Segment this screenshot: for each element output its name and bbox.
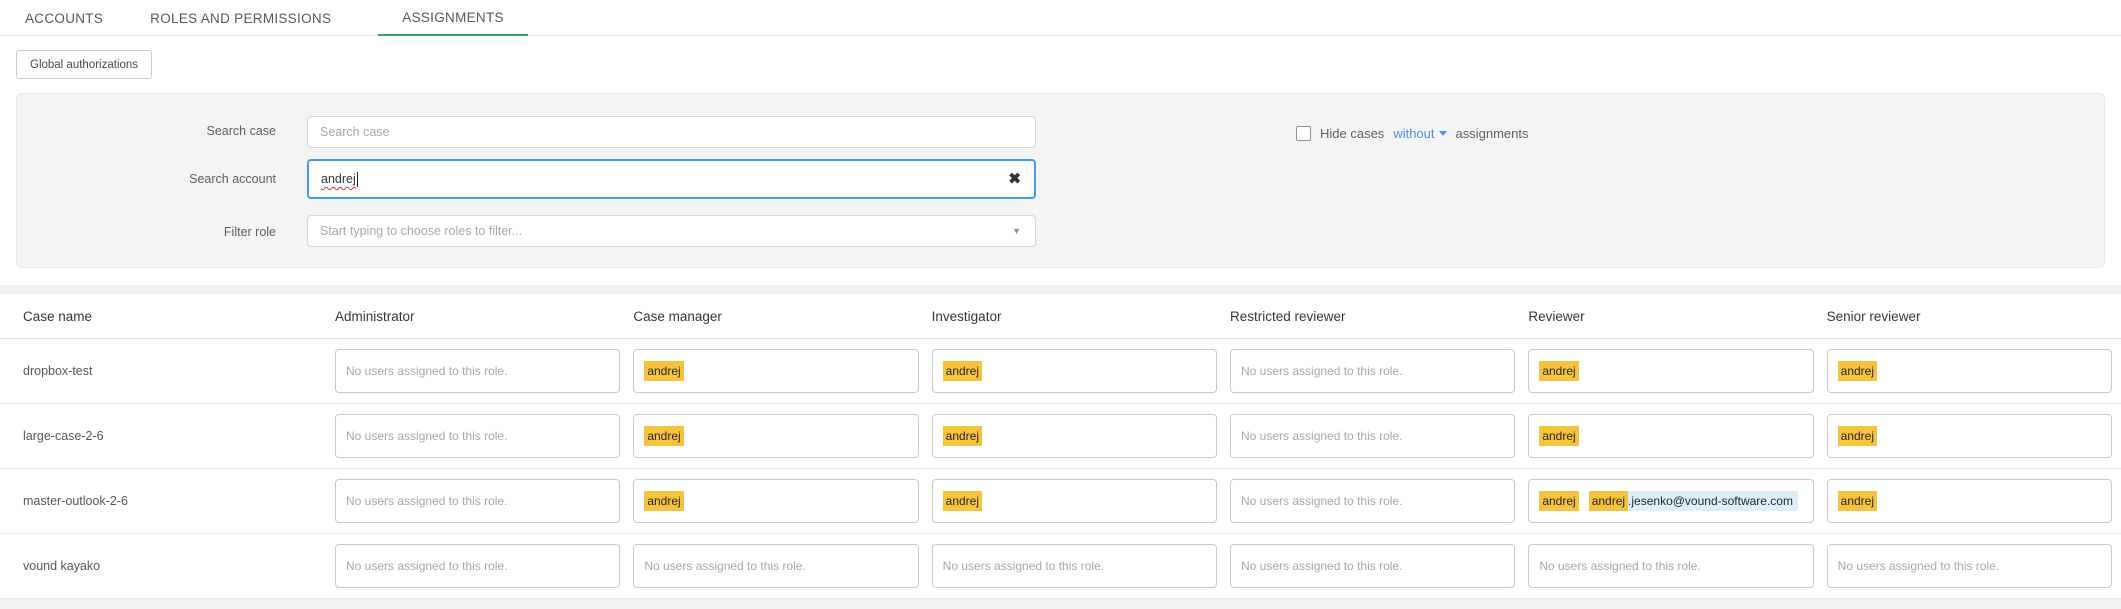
- search-case-label: Search case: [17, 124, 276, 139]
- user-chip[interactable]: andrej: [644, 491, 683, 511]
- empty-placeholder: No users assigned to this role.: [346, 494, 507, 508]
- empty-placeholder: No users assigned to this role.: [943, 559, 1104, 573]
- hide-cases-checkbox[interactable]: [1296, 126, 1311, 141]
- user-chip[interactable]: andrej: [644, 361, 683, 381]
- assignment-box[interactable]: No users assigned to this role.: [335, 544, 620, 588]
- assignment-box[interactable]: andrej andrej.jesenko@vound-software.com: [1528, 479, 1813, 523]
- assignment-box[interactable]: No users assigned to this role.: [1230, 479, 1515, 523]
- hide-cases-prefix: Hide cases: [1320, 126, 1384, 141]
- assignment-box[interactable]: andrej: [1827, 349, 2112, 393]
- user-chip[interactable]: andrej: [1838, 361, 1877, 381]
- chevron-down-icon: [1439, 131, 1447, 136]
- assignment-box[interactable]: andrej: [1827, 414, 2112, 458]
- chevron-down-icon[interactable]: ▼: [1012, 226, 1021, 236]
- assignment-box[interactable]: andrej: [932, 479, 1217, 523]
- table-row: master-outlook-2-6 No users assigned to t…: [0, 469, 2121, 534]
- assignment-box[interactable]: andrej: [633, 414, 918, 458]
- column-header-senior-reviewer: Senior reviewer: [1827, 309, 2112, 324]
- column-header-case-manager: Case manager: [633, 309, 918, 324]
- assignment-box[interactable]: No users assigned to this role.: [1230, 544, 1515, 588]
- tab-bar: ACCOUNTS ROLES AND PERMISSIONS ASSIGNMEN…: [0, 0, 2121, 36]
- empty-placeholder: No users assigned to this role.: [346, 429, 507, 443]
- hide-cases-control: Hide cases without assignments: [1296, 118, 1529, 148]
- text-cursor: [357, 172, 358, 187]
- hide-cases-mode-dropdown[interactable]: without: [1393, 126, 1446, 141]
- filter-role-label: Filter role: [17, 225, 276, 240]
- empty-placeholder: No users assigned to this role.: [1241, 494, 1402, 508]
- search-account-value: andrej: [321, 172, 356, 186]
- column-header-case-name: Case name: [0, 309, 322, 324]
- column-header-reviewer: Reviewer: [1528, 309, 1813, 324]
- empty-placeholder: No users assigned to this role.: [346, 559, 507, 573]
- hide-cases-suffix: assignments: [1456, 126, 1529, 141]
- user-chip[interactable]: andrej: [943, 426, 982, 446]
- filter-role-placeholder: Start typing to choose roles to filter..…: [320, 224, 522, 238]
- empty-placeholder: No users assigned to this role.: [1539, 559, 1700, 573]
- table-row: large-case-2-6 No users assigned to this …: [0, 404, 2121, 469]
- table-header-row: Case name Administrator Case manager Invest…: [0, 294, 2121, 339]
- empty-placeholder: No users assigned to this role.: [1838, 559, 1999, 573]
- filter-role-input[interactable]: Start typing to choose roles to filter..…: [307, 215, 1036, 247]
- user-chip[interactable]: andrej: [644, 426, 683, 446]
- table-row: dropbox-test No users assigned to this ro…: [0, 339, 2121, 404]
- assignment-box[interactable]: No users assigned to this role.: [1827, 544, 2112, 588]
- case-name: master-outlook-2-6: [0, 494, 322, 508]
- filter-panel: Search case Search case Search account a…: [16, 93, 2105, 268]
- assignment-box[interactable]: No users assigned to this role.: [1230, 414, 1515, 458]
- user-chip[interactable]: andrej: [1838, 426, 1877, 446]
- assignment-box[interactable]: andrej: [932, 414, 1217, 458]
- empty-placeholder: No users assigned to this role.: [1241, 559, 1402, 573]
- assignment-box[interactable]: andrej: [932, 349, 1217, 393]
- empty-placeholder: No users assigned to this role.: [644, 559, 805, 573]
- assignment-box[interactable]: No users assigned to this role.: [335, 349, 620, 393]
- user-chip[interactable]: andrej: [1539, 426, 1578, 446]
- assignment-box[interactable]: andrej: [633, 479, 918, 523]
- assignment-box[interactable]: andrej: [1528, 349, 1813, 393]
- table-top-strip: [0, 285, 2121, 294]
- search-account-label: Search account: [17, 172, 276, 187]
- assignment-box[interactable]: No users assigned to this role.: [1528, 544, 1813, 588]
- global-authorizations-button[interactable]: Global authorizations: [16, 50, 152, 79]
- assignments-table: Case name Administrator Case manager Invest…: [0, 285, 2121, 609]
- user-chip[interactable]: andrej: [1539, 361, 1578, 381]
- user-chip[interactable]: andrej.jesenko@vound-software.com: [1589, 491, 1798, 511]
- case-name: dropbox-test: [0, 364, 322, 378]
- assignment-box[interactable]: No users assigned to this role.: [633, 544, 918, 588]
- assignment-box[interactable]: andrej: [633, 349, 918, 393]
- tab-assignments[interactable]: ASSIGNMENTS: [378, 2, 528, 36]
- assignment-box[interactable]: andrej: [1827, 479, 2112, 523]
- assignment-box[interactable]: No users assigned to this role.: [932, 544, 1217, 588]
- table-body: dropbox-test No users assigned to this ro…: [0, 339, 2121, 599]
- table-bottom-strip: [0, 599, 2121, 609]
- search-case-input[interactable]: Search case: [307, 116, 1036, 148]
- empty-placeholder: No users assigned to this role.: [346, 364, 507, 378]
- empty-placeholder: No users assigned to this role.: [1241, 364, 1402, 378]
- column-header-restricted-reviewer: Restricted reviewer: [1230, 309, 1515, 324]
- table-row: vound kayako No users assigned to this ro…: [0, 534, 2121, 599]
- assignment-box[interactable]: No users assigned to this role.: [1230, 349, 1515, 393]
- case-name: vound kayako: [0, 559, 322, 573]
- case-name: large-case-2-6: [0, 429, 322, 443]
- user-chip[interactable]: andrej: [1838, 491, 1877, 511]
- user-chip[interactable]: andrej: [943, 491, 982, 511]
- user-chip[interactable]: andrej: [1539, 491, 1578, 511]
- assignment-box[interactable]: andrej: [1528, 414, 1813, 458]
- user-chip[interactable]: andrej: [943, 361, 982, 381]
- search-account-input[interactable]: andrej ✖: [307, 159, 1036, 199]
- tab-roles-and-permissions[interactable]: ROLES AND PERMISSIONS: [150, 3, 331, 35]
- column-header-investigator: Investigator: [932, 309, 1217, 324]
- clear-icon[interactable]: ✖: [1008, 172, 1021, 187]
- assignment-box[interactable]: No users assigned to this role.: [335, 414, 620, 458]
- hide-cases-mode-value: without: [1393, 126, 1434, 141]
- empty-placeholder: No users assigned to this role.: [1241, 429, 1402, 443]
- assignment-box[interactable]: No users assigned to this role.: [335, 479, 620, 523]
- column-header-administrator: Administrator: [335, 309, 620, 324]
- search-case-placeholder: Search case: [320, 125, 389, 139]
- tab-accounts[interactable]: ACCOUNTS: [25, 3, 103, 35]
